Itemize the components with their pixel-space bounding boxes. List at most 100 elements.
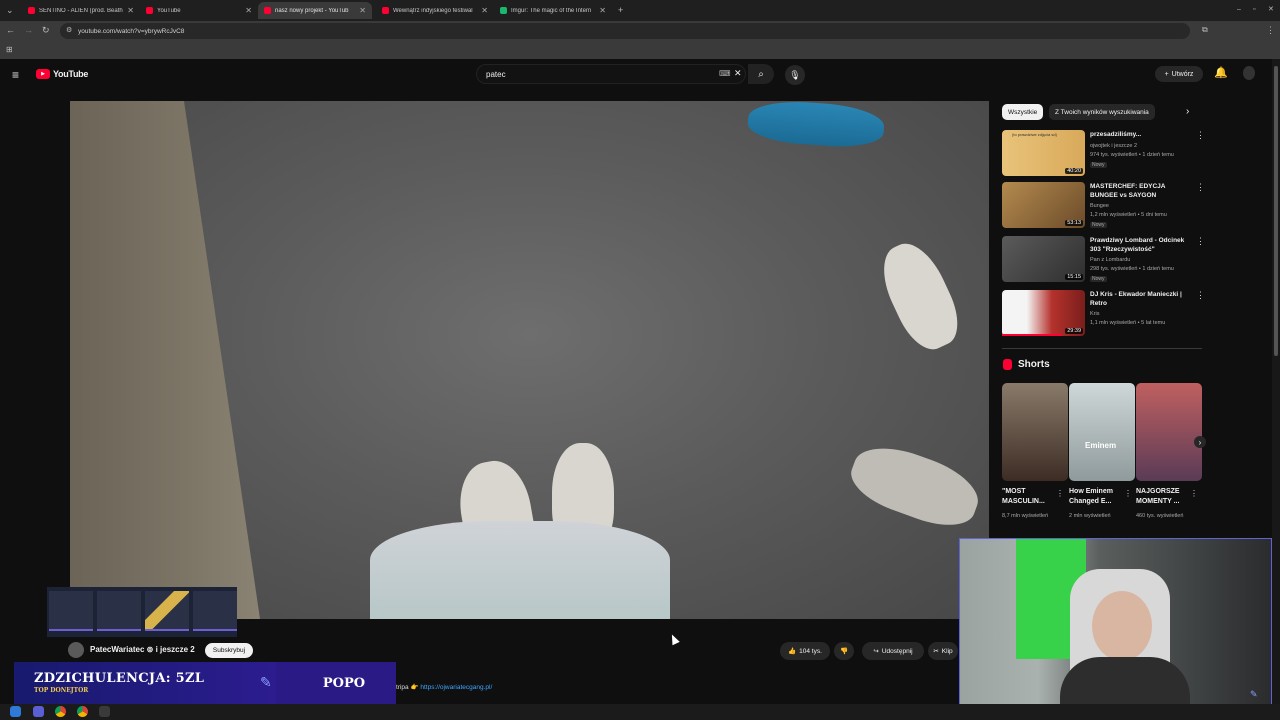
short-views: 460 tys. wyświetleń <box>1136 513 1184 519</box>
browser-tab[interactable]: Imgur: The magic of the Intern ✕ <box>494 2 612 19</box>
recommendation-item[interactable]: 29:39 DJ Kris - Ekwador Manieczki | Retr… <box>1002 290 1205 338</box>
more-options-icon[interactable]: ⋮ <box>1124 489 1132 498</box>
clear-search-icon[interactable]: ✕ <box>734 68 742 79</box>
close-tab-icon[interactable]: ✕ <box>127 6 134 15</box>
search-button[interactable]: ⌕ <box>748 64 774 84</box>
youtube-logo[interactable]: ▶ YouTube <box>36 69 88 79</box>
recommendation-channel[interactable]: ojwojtek i jeszcze 2 <box>1090 143 1137 149</box>
search-input[interactable]: patec ⌨ ✕ <box>476 64 746 84</box>
address-bar[interactable]: ⚙ youtube.com/watch?v=ybrywRcJvC8 <box>60 23 1190 39</box>
close-tab-icon[interactable]: ✕ <box>599 6 606 15</box>
recommendation-item[interactable]: 15:15 Prawdziwy Lombard - Odcinek 303 "R… <box>1002 236 1205 284</box>
discord-icon[interactable] <box>33 706 44 717</box>
like-button[interactable]: 👍 104 tys. <box>780 642 830 660</box>
chrome-icon[interactable] <box>55 706 66 717</box>
short-thumbnail[interactable]: Eminem <box>1069 383 1135 481</box>
minimize-icon[interactable]: – <box>1237 5 1241 15</box>
video-thumbnail[interactable]: 29:39 <box>1002 290 1085 336</box>
duration-badge: 15:15 <box>1065 274 1083 280</box>
close-tab-icon[interactable]: ✕ <box>481 6 488 15</box>
site-info-icon[interactable]: ⚙ <box>66 26 72 36</box>
video-thumbnail[interactable]: 15:15 <box>1002 236 1085 282</box>
reload-icon[interactable]: ↻ <box>42 25 50 35</box>
forward-icon[interactable]: → <box>24 25 33 35</box>
channel-text: ojwojtek <box>1090 143 1110 149</box>
recommendation-channel[interactable]: Pan z Lombardu <box>1090 257 1130 263</box>
channel-name[interactable]: PatecWariatec ⊚ i jeszcze 2 <box>90 645 195 654</box>
keyboard-icon[interactable]: ⌨ <box>719 69 731 78</box>
mouse-cursor-icon <box>668 632 680 646</box>
bell-icon[interactable]: 🔔 <box>1214 66 1228 79</box>
recommendation-title[interactable]: MASTERCHEF: EDYCJA BUNGEE vs SAYGON <box>1090 182 1194 200</box>
extensions-icon[interactable]: ⧉ <box>1202 25 1208 35</box>
close-window-icon[interactable]: ✕ <box>1268 5 1274 15</box>
short-title[interactable]: "MOST MASCULIN... <box>1002 487 1058 507</box>
channel-avatar[interactable] <box>68 642 84 658</box>
avatar[interactable] <box>1243 66 1255 80</box>
voice-search-button[interactable]: 🎙 <box>785 65 805 85</box>
chrome-icon[interactable] <box>77 706 88 717</box>
chrome-menu-icon[interactable]: ⋮ <box>1266 25 1275 35</box>
recommendation-title[interactable]: Prawdziwy Lombard - Odcinek 303 "Rzeczyw… <box>1090 236 1194 254</box>
chip-all[interactable]: Wszystkie <box>1002 104 1044 120</box>
search-icon: ⌕ <box>758 68 764 80</box>
video-thumbnail[interactable]: (to prawdziwe zdjęcia sd) 40:20 <box>1002 130 1085 176</box>
tab-label: YouTube <box>157 7 181 14</box>
chevron-right-icon[interactable]: › <box>1186 106 1189 117</box>
item-slot <box>97 591 141 631</box>
video-description[interactable]: tripa 👉 https://ojwariatecgang.pl/ <box>396 683 492 691</box>
short-thumbnail[interactable] <box>1136 383 1202 481</box>
apps-grid-icon[interactable]: ⊞ <box>6 45 13 55</box>
close-tab-icon[interactable]: ✕ <box>359 6 366 15</box>
subscribe-button[interactable]: Subskrybuj <box>205 643 253 658</box>
more-options-icon[interactable]: ⋮ <box>1196 290 1205 301</box>
tab-search-icon[interactable]: ⌄ <box>6 5 14 15</box>
app-icon[interactable] <box>99 706 110 717</box>
short-title[interactable]: How Eminem Changed E... <box>1069 487 1125 507</box>
description-link[interactable]: https://ojwariatecgang.pl/ <box>420 684 492 691</box>
more-options-icon[interactable]: ⋮ <box>1196 236 1205 247</box>
channel-suffix: i jeszcze 2 <box>155 645 195 654</box>
new-tab-icon[interactable]: + <box>618 5 623 15</box>
browser-tab-active[interactable]: nasz nowy projekt - YouTub ✕ <box>258 2 372 19</box>
browser-tab[interactable]: Wewnątrz indyjskiego festiwal ✕ <box>376 2 494 19</box>
recommendation-title[interactable]: przesadziliśmy... <box>1090 130 1194 139</box>
plus-icon: + <box>1164 70 1169 78</box>
stream-item-overlay <box>47 587 237 637</box>
duration-badge: 29:39 <box>1065 328 1083 334</box>
share-icon: ↪ <box>873 648 879 655</box>
create-button[interactable]: + Utwórz <box>1155 66 1203 82</box>
short-title[interactable]: NAJGORSZE MOMENTY ... <box>1136 487 1192 507</box>
recommendation-item[interactable]: (to prawdziwe zdjęcia sd) 40:20 przesadz… <box>1002 130 1205 178</box>
back-icon[interactable]: ← <box>6 25 15 35</box>
thumb-up-icon: 👍 <box>788 648 797 655</box>
item-slot <box>145 591 189 631</box>
watch-progress-bar <box>1002 334 1062 336</box>
more-options-icon[interactable]: ⋮ <box>1196 182 1205 193</box>
short-thumbnail[interactable] <box>1002 383 1068 481</box>
browser-tab[interactable]: SENTINO - ALIEN (prod. Beath ✕ <box>22 2 140 19</box>
clip-label: Klip <box>941 647 953 655</box>
more-options-icon[interactable]: ⋮ <box>1190 489 1198 498</box>
chip-from-search[interactable]: Z Twoich wyników wyszukiwania <box>1049 104 1155 120</box>
more-options-icon[interactable]: ⋮ <box>1196 130 1205 141</box>
recommendation-item[interactable]: 53:13 MASTERCHEF: EDYCJA BUNGEE vs SAYGO… <box>1002 182 1205 230</box>
recommendation-title[interactable]: DJ Kris - Ekwador Manieczki | Retro <box>1090 290 1194 308</box>
start-icon[interactable] <box>10 706 21 717</box>
menu-icon[interactable]: ≡ <box>12 68 19 82</box>
dislike-button[interactable]: 👎 <box>834 642 854 660</box>
share-button[interactable]: ↪ Udostępnij <box>862 642 924 660</box>
close-tab-icon[interactable]: ✕ <box>245 6 252 15</box>
scrollbar-thumb[interactable] <box>1274 66 1278 356</box>
video-player[interactable] <box>70 101 989 619</box>
browser-tab[interactable]: YouTube ✕ <box>140 2 258 19</box>
more-options-icon[interactable]: ⋮ <box>1056 489 1064 498</box>
youtube-favicon-icon <box>382 7 389 14</box>
clip-button[interactable]: ✂ Klip <box>928 642 958 660</box>
short-views: 2 mln wyświetleń <box>1069 513 1111 519</box>
video-thumbnail[interactable]: 53:13 <box>1002 182 1085 228</box>
shorts-next-icon[interactable]: › <box>1194 436 1206 448</box>
recommendation-channel[interactable]: Kris <box>1090 311 1099 317</box>
recommendation-channel[interactable]: Bungee <box>1090 203 1109 209</box>
maximize-icon[interactable]: ▫ <box>1253 5 1255 15</box>
